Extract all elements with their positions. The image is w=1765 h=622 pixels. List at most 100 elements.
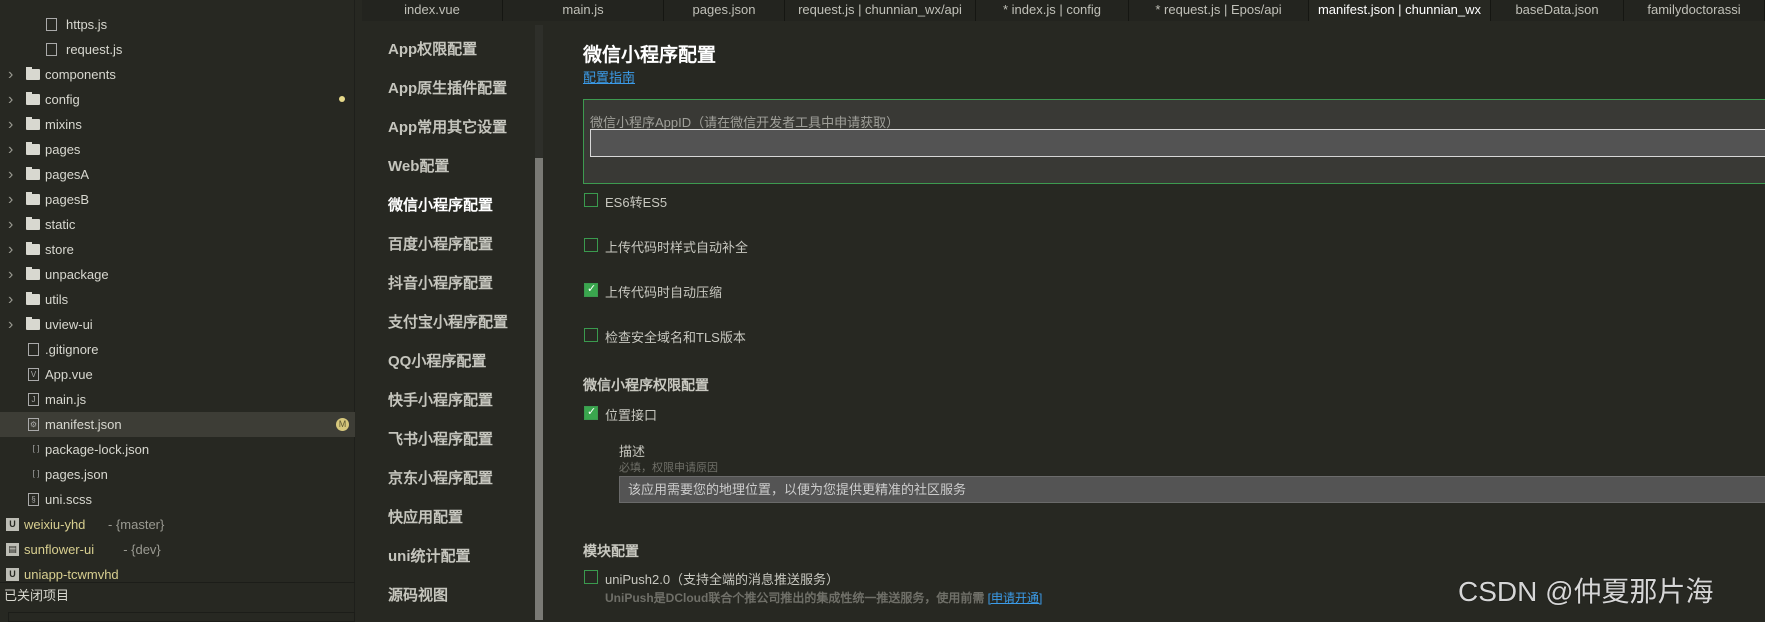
file-item[interactable]: .gitignore — [0, 337, 355, 362]
nav-item-6[interactable]: 抖音小程序配置 — [388, 272, 493, 293]
nav-scrollbar-thumb[interactable] — [535, 158, 543, 620]
page-title: 微信小程序配置 — [583, 45, 717, 66]
tab-7[interactable]: baseData.json — [1491, 0, 1624, 21]
file-item[interactable]: [ ] pages.json — [0, 462, 355, 487]
json-file-icon: [ ] — [32, 444, 40, 453]
chevron-right-icon[interactable]: › — [8, 87, 13, 112]
file-item[interactable]: Jmain.js — [0, 387, 355, 412]
option-checkbox[interactable] — [584, 282, 598, 297]
file-item[interactable]: request.js — [0, 37, 355, 62]
item-label: request.js — [66, 42, 123, 57]
js-file-icon: J — [28, 393, 39, 406]
project-branch: - {dev} — [123, 542, 161, 557]
modified-dot-icon — [339, 96, 345, 102]
tab-0[interactable]: index.vue — [362, 0, 503, 21]
item-label: https.js — [66, 17, 108, 32]
project-explorer: https.js request.js › components › config › mix… — [0, 0, 355, 620]
chevron-right-icon[interactable]: › — [8, 287, 13, 312]
nav-item-7[interactable]: 支付宝小程序配置 — [388, 311, 508, 332]
location-checkbox[interactable] — [584, 405, 598, 420]
tab-6[interactable]: manifest.json | chunnian_wx — [1309, 0, 1491, 21]
folder-item[interactable]: › unpackage — [0, 262, 355, 287]
manifest-file-icon: ⚙ — [28, 418, 39, 431]
file-item[interactable]: https.js — [0, 12, 355, 37]
chevron-right-icon[interactable]: › — [8, 212, 13, 237]
chevron-right-icon[interactable]: › — [8, 237, 13, 262]
unipush-desc: UniPush是DCloud联合个推公司推出的集成性统一推送服务，使用前需 [申… — [605, 589, 1042, 606]
file-item[interactable]: § uni.scss — [0, 487, 355, 512]
tab-1[interactable]: main.js — [503, 0, 664, 21]
file-item[interactable]: ⚙ manifest.json M — [0, 412, 355, 437]
js-file-icon — [46, 43, 57, 56]
folder-icon — [26, 92, 40, 105]
nav-item-11[interactable]: 京东小程序配置 — [388, 467, 493, 488]
nav-item-1[interactable]: App原生插件配置 — [388, 77, 507, 98]
chevron-right-icon[interactable]: › — [8, 312, 13, 337]
chevron-right-icon[interactable]: › — [8, 62, 13, 87]
appid-fieldset: 微信小程序AppID（请在微信开发者工具中申请获取） — [583, 99, 1765, 184]
editor-tab-bar: index.vue main.js pages.json request.js | c… — [362, 0, 1765, 21]
chevron-right-icon[interactable]: › — [8, 262, 13, 287]
closed-projects-header[interactable]: 已关闭项目 — [0, 582, 355, 608]
item-label: App.vue — [45, 367, 93, 382]
nav-item-4[interactable]: 微信小程序配置 — [388, 194, 493, 215]
nav-item-14[interactable]: 源码视图 — [388, 584, 448, 605]
folder-item[interactable]: › mixins — [0, 112, 355, 137]
project-item[interactable]: Uweixiu-yhd - {master} — [0, 512, 355, 537]
chevron-right-icon[interactable]: › — [8, 162, 13, 187]
location-label: 位置接口 — [605, 408, 658, 423]
nav-item-13[interactable]: uni统计配置 — [388, 545, 471, 566]
folder-item[interactable]: › utils — [0, 287, 355, 312]
item-label: components — [45, 67, 116, 82]
vue-file-icon: V — [28, 368, 39, 381]
folder-icon — [26, 317, 40, 330]
tab-8[interactable]: familydoctorassi — [1624, 0, 1765, 21]
option-checkbox[interactable] — [584, 193, 598, 207]
closed-projects-search[interactable] — [8, 612, 355, 622]
item-label: uview-ui — [45, 317, 93, 332]
tab-5[interactable]: * request.js | Epos/api — [1129, 0, 1309, 21]
unipush-desc-text: UniPush是DCloud联合个推公司推出的集成性统一推送服务，使用前需 — [605, 591, 985, 605]
option-label: 上传代码时样式自动补全 — [605, 240, 749, 255]
apply-link[interactable]: [申请开通] — [988, 591, 1043, 605]
folder-item[interactable]: › uview-ui — [0, 312, 355, 337]
folder-item[interactable]: › static — [0, 212, 355, 237]
nav-item-10[interactable]: 飞书小程序配置 — [388, 428, 493, 449]
nav-item-5[interactable]: 百度小程序配置 — [388, 233, 493, 254]
nav-item-0[interactable]: App权限配置 — [388, 38, 477, 59]
item-label: package-lock.json — [45, 442, 150, 457]
folder-project-icon: ▤ — [6, 543, 19, 556]
folder-item[interactable]: › pagesB — [0, 187, 355, 212]
item-label: pagesA — [45, 167, 90, 182]
nav-item-9[interactable]: 快手小程序配置 — [388, 389, 493, 410]
tab-2[interactable]: pages.json — [664, 0, 785, 21]
file-item[interactable]: [ ] package-lock.json — [0, 437, 355, 462]
option-checkbox[interactable] — [584, 328, 598, 342]
appid-input[interactable] — [590, 129, 1765, 157]
nav-item-2[interactable]: App常用其它设置 — [388, 116, 507, 137]
tab-4[interactable]: * index.js | config — [976, 0, 1129, 21]
project-item[interactable]: ▤ sunflower-ui - {dev} — [0, 537, 355, 562]
folder-item[interactable]: › store — [0, 237, 355, 262]
folder-item[interactable]: › pagesA — [0, 162, 355, 187]
unipush-checkbox[interactable] — [584, 570, 598, 584]
chevron-right-icon[interactable]: › — [8, 137, 13, 162]
nav-item-3[interactable]: Web配置 — [388, 155, 449, 176]
option-checkbox[interactable] — [584, 238, 598, 252]
file-item[interactable]: V App.vue — [0, 362, 355, 387]
nav-item-12[interactable]: 快应用配置 — [388, 506, 463, 527]
chevron-right-icon[interactable]: › — [8, 112, 13, 137]
tab-3[interactable]: request.js | chunnian_wx/api — [785, 0, 976, 21]
item-label: main.js — [45, 392, 87, 407]
folder-item[interactable]: › config — [0, 87, 355, 112]
nav-item-8[interactable]: QQ小程序配置 — [388, 350, 486, 371]
chevron-right-icon[interactable]: › — [8, 187, 13, 212]
folder-item[interactable]: › components — [0, 62, 355, 87]
module-section-title: 模块配置 — [583, 543, 639, 559]
config-guide-link[interactable]: 配置指南 — [583, 67, 635, 86]
folder-item[interactable]: › pages — [0, 137, 355, 162]
unipush-label: uniPush2.0（支持全端的消息推送服务） — [605, 572, 840, 587]
folder-icon — [26, 292, 40, 305]
folder-icon — [26, 217, 40, 230]
location-desc-input[interactable]: 该应用需要您的地理位置，以便为您提供更精准的社区服务 — [619, 476, 1765, 503]
